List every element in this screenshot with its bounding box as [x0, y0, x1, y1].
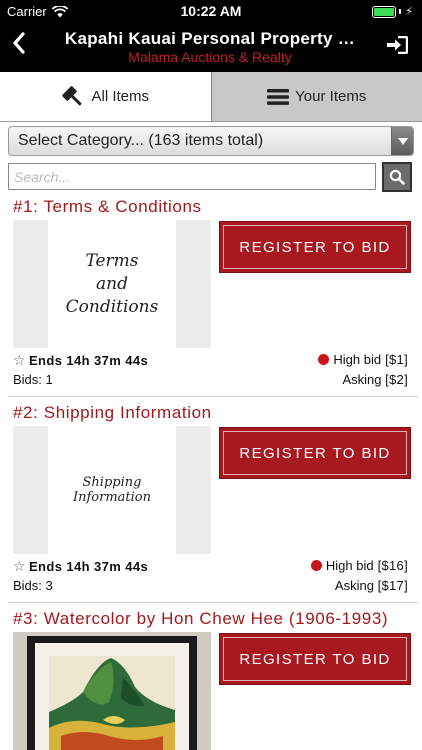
bid-count: Bids: 3	[13, 578, 53, 593]
item-title[interactable]: #1: Terms & Conditions	[13, 197, 202, 217]
bid-status-dot	[310, 560, 322, 571]
high-bid-value: [$1]	[385, 352, 408, 367]
time-remaining: ☆ Ends 14h 37m 44s	[13, 558, 148, 575]
search-icon	[389, 169, 405, 185]
app-header: Carrier 10:22 AM ⚡ Kapahi Kauai Personal…	[0, 0, 422, 72]
auction-item: #3: Watercolor by Hon Chew Hee (1906-199…	[0, 609, 422, 750]
thumb-text-line: and	[96, 273, 128, 294]
star-icon[interactable]: ☆	[13, 558, 26, 575]
search-button[interactable]	[382, 162, 412, 192]
category-select-label: Select Category... (163 items total)	[18, 132, 264, 149]
divider	[8, 396, 418, 397]
login-icon[interactable]	[386, 36, 408, 54]
item-thumbnail[interactable]	[13, 632, 211, 750]
high-bid-value: [$16]	[377, 558, 408, 573]
watercolor-painting-image	[13, 632, 211, 750]
search-input[interactable]	[8, 163, 376, 190]
register-button-label: REGISTER TO BID	[239, 444, 391, 462]
item-thumbnail[interactable]: Shipping Information	[13, 426, 211, 554]
tab-your-items-label: Your Items	[295, 88, 367, 105]
chevron-left-icon	[13, 32, 25, 54]
battery-indicator: ⚡	[372, 5, 413, 18]
bid-status-dot	[318, 354, 330, 365]
ends-label: Ends 14h 37m 44s	[28, 353, 149, 368]
auction-item: #2: Shipping Information Shipping Inform…	[0, 403, 422, 603]
register-to-bid-button[interactable]: REGISTER TO BID	[219, 633, 411, 685]
back-button[interactable]	[12, 30, 26, 60]
thumb-text-line: Shipping Information	[72, 475, 152, 505]
list-icon	[267, 88, 290, 105]
auction-item: #1: Terms & Conditions Terms and Conditi…	[0, 197, 422, 397]
navigation-bar: Kapahi Kauai Personal Property … Malama …	[0, 26, 422, 70]
register-button-label: REGISTER TO BID	[239, 650, 391, 668]
thumb-text-line: Conditions	[65, 296, 159, 317]
item-title[interactable]: #2: Shipping Information	[13, 403, 212, 423]
thumb-text-line: Terms	[85, 250, 139, 271]
high-bid-label: High bid	[325, 558, 374, 573]
gavel-icon	[62, 85, 82, 105]
asking-label: Asking	[342, 372, 382, 387]
tab-your-items[interactable]: Your Items	[210, 72, 422, 121]
charging-icon: ⚡	[405, 6, 413, 18]
chevron-down-icon	[391, 127, 413, 155]
page-subtitle: Malama Auctions & Realty	[128, 49, 292, 65]
register-button-label: REGISTER TO BID	[239, 238, 391, 256]
high-bid: High bid [$16]	[310, 558, 408, 573]
high-bid: High bid [$1]	[318, 352, 408, 367]
item-thumbnail[interactable]: Terms and Conditions	[13, 220, 211, 348]
category-select[interactable]: Select Category... (163 items total)	[8, 126, 414, 156]
item-title[interactable]: #3: Watercolor by Hon Chew Hee (1906-199…	[13, 609, 388, 629]
battery-icon	[372, 5, 397, 18]
high-bid-label: High bid	[333, 352, 382, 367]
bid-count: Bids: 1	[13, 372, 53, 387]
asking-value: [$17]	[377, 578, 408, 593]
asking-value: [$2]	[385, 372, 408, 387]
star-icon[interactable]: ☆	[13, 352, 26, 369]
divider	[8, 602, 418, 603]
register-to-bid-button[interactable]: REGISTER TO BID	[219, 221, 411, 273]
ends-label: Ends 14h 37m 44s	[28, 559, 149, 574]
asking-price: Asking [$2]	[342, 372, 408, 387]
clock: 10:22 AM	[180, 3, 242, 19]
register-to-bid-button[interactable]: REGISTER TO BID	[219, 427, 411, 479]
tab-all-items-label: All Items	[91, 88, 149, 105]
time-remaining: ☆ Ends 14h 37m 44s	[13, 352, 148, 369]
tab-all-items[interactable]: All Items	[0, 72, 211, 121]
status-bar: Carrier 10:22 AM ⚡	[0, 0, 422, 24]
asking-label: Asking	[334, 578, 374, 593]
page-title: Kapahi Kauai Personal Property …	[64, 29, 356, 48]
tab-bar: All Items Your Items	[0, 72, 422, 122]
asking-price: Asking [$17]	[335, 578, 408, 593]
